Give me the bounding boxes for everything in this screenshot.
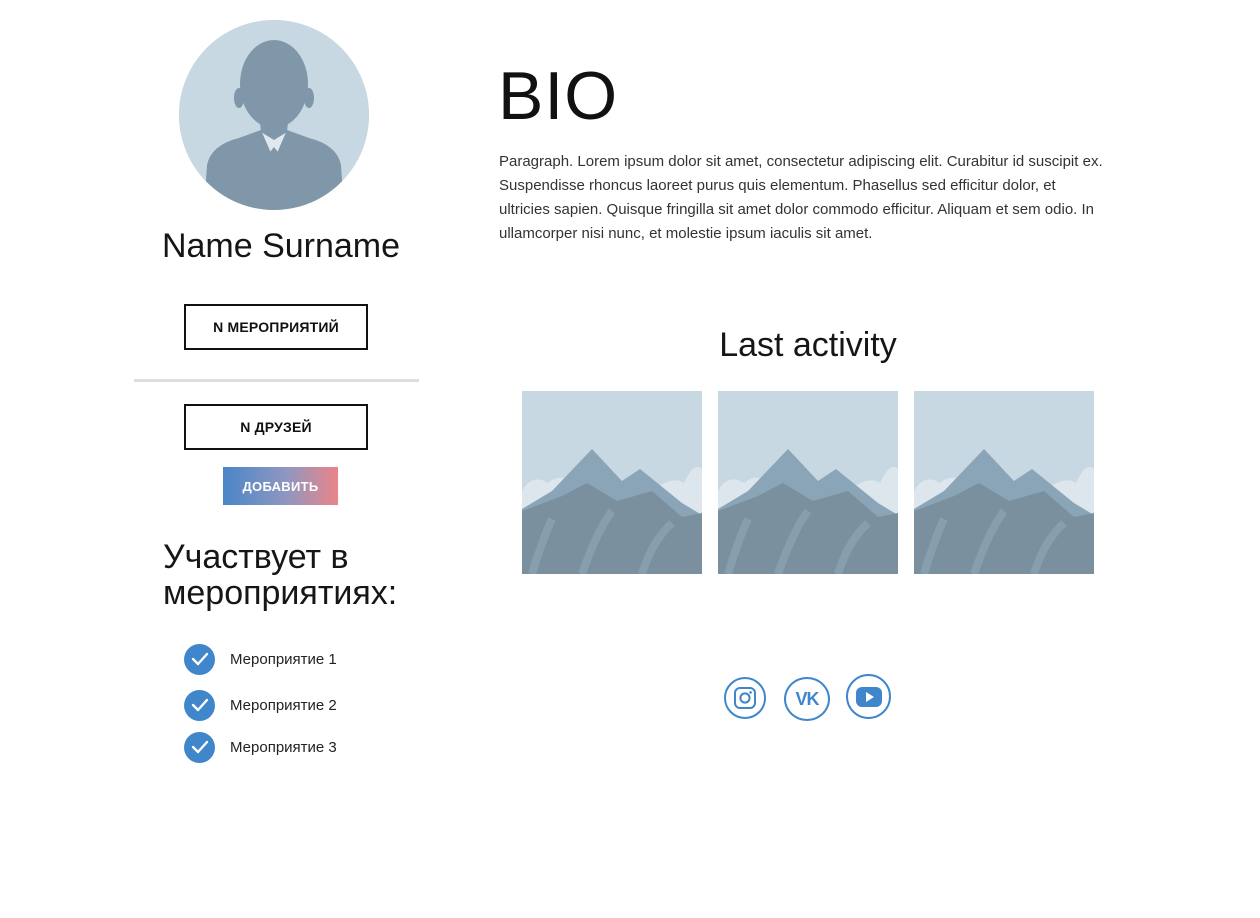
activity-thumbnail[interactable] [914,391,1094,574]
mountain-image-icon [522,391,702,574]
vk-logo-text: VK [795,688,819,709]
checkmark-icon [184,731,215,763]
event-list-item[interactable]: Мероприятие 2 [184,689,337,721]
checkmark-icon [184,643,215,675]
profile-name: Name Surname [161,227,401,265]
event-list-item[interactable]: Мероприятие 3 [184,731,337,763]
events-count-button[interactable]: N МЕРОПРИЯТИЙ [184,304,368,350]
activity-thumbnail[interactable] [718,391,898,574]
bio-paragraph: Paragraph. Lorem ipsum dolor sit amet, c… [499,153,1103,242]
instagram-icon[interactable] [724,677,766,719]
checkmark-icon [184,689,215,721]
mountain-image-icon [914,391,1094,574]
vk-icon[interactable]: VK [784,677,830,721]
avatar [179,20,369,210]
youtube-icon[interactable] [846,674,891,719]
person-silhouette-icon [179,20,369,210]
bio-heading: BIO [498,58,619,134]
last-activity-heading: Last activity [719,326,897,364]
friends-count-button[interactable]: N ДРУЗЕЙ [184,404,368,450]
profile-page: Name Surname N МЕРОПРИЯТИЙ N ДРУЗЕЙ ДОБА… [0,0,1260,918]
event-label: Мероприятие 2 [230,696,337,714]
mountain-image-icon [718,391,898,574]
events-heading: Участвует в мероприятиях: [163,538,398,612]
event-label: Мероприятие 1 [230,650,337,668]
activity-thumbnail[interactable] [522,391,702,574]
add-friend-button[interactable]: ДОБАВИТЬ [223,467,338,505]
divider [134,379,419,382]
event-label: Мероприятие 3 [230,738,337,756]
event-list-item[interactable]: Мероприятие 1 [184,643,337,675]
